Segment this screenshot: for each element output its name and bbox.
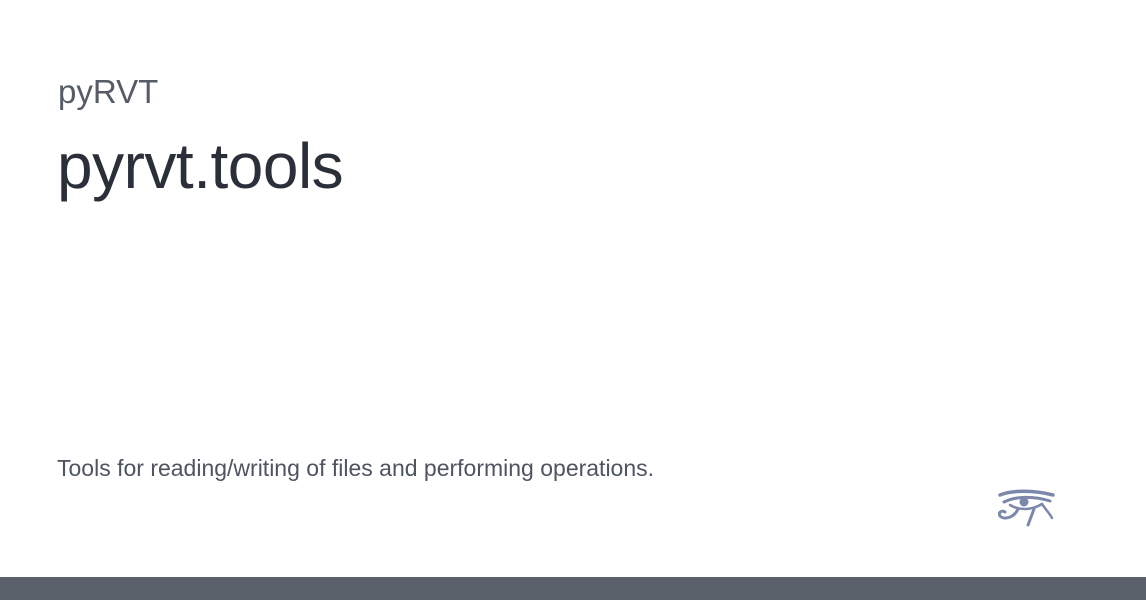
page-title: pyrvt.tools bbox=[57, 130, 344, 202]
footer-bar bbox=[0, 577, 1146, 600]
eye-of-horus-icon bbox=[998, 489, 1055, 527]
module-description: Tools for reading/writing of files and p… bbox=[57, 455, 655, 481]
social-card: pyRVT pyrvt.tools Tools for reading/writ… bbox=[0, 0, 1146, 600]
project-name: pyRVT bbox=[58, 73, 159, 110]
